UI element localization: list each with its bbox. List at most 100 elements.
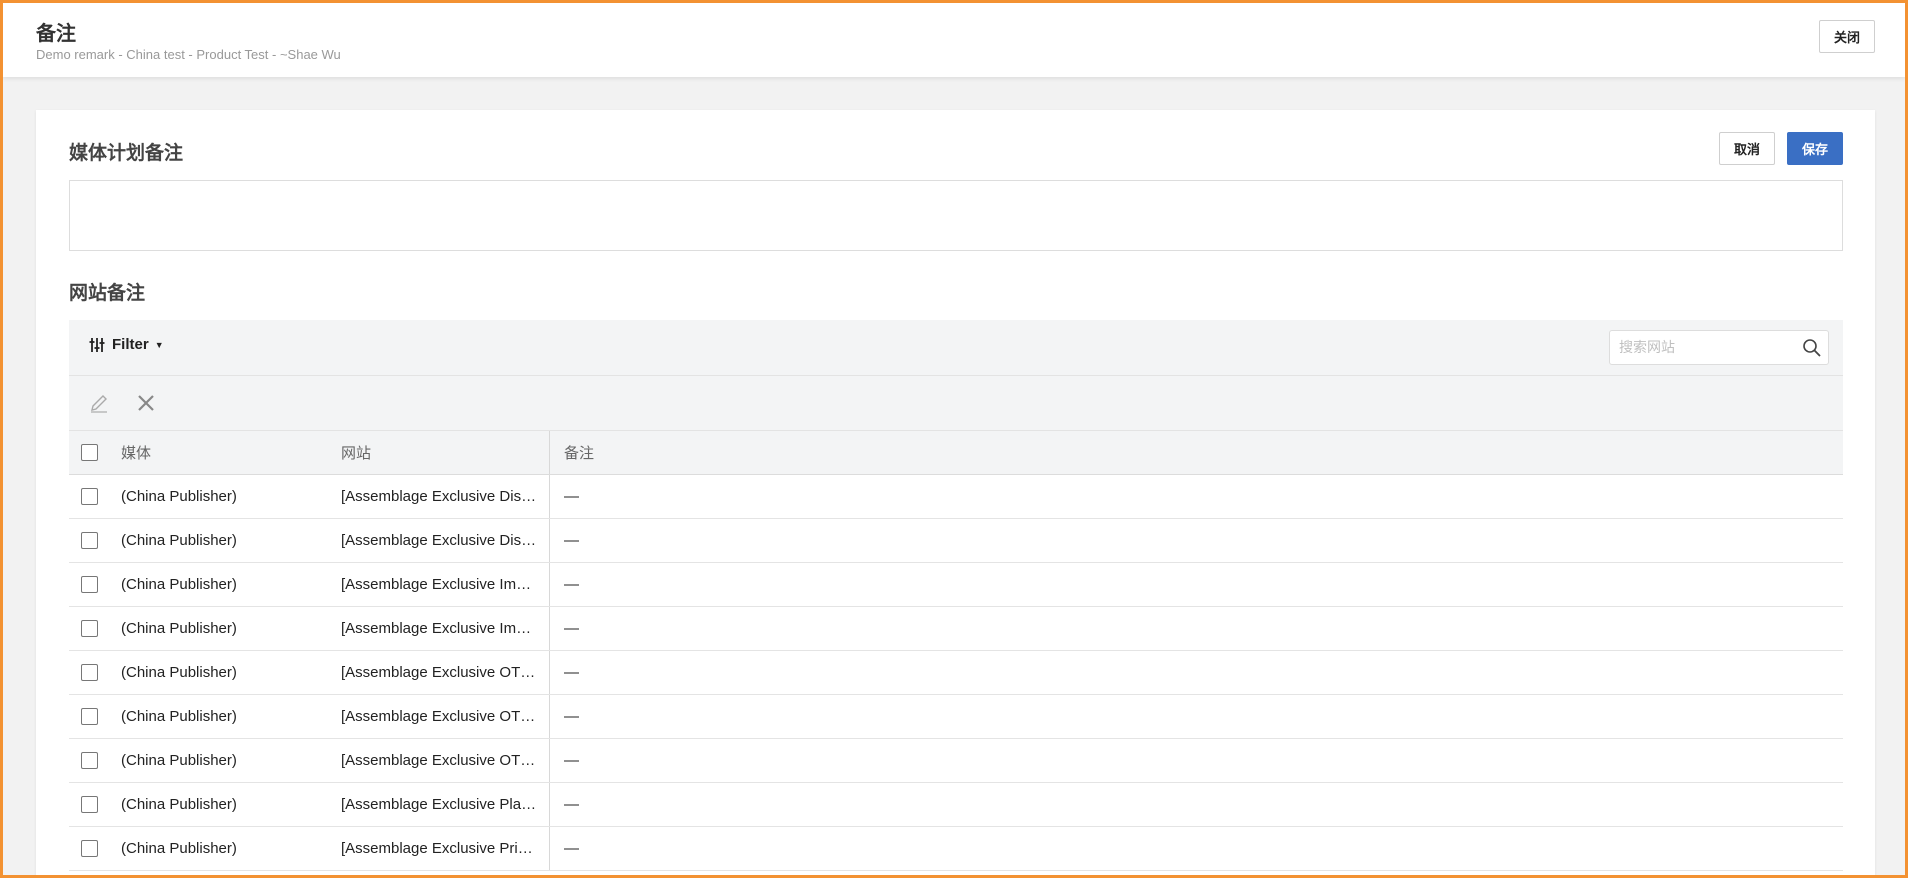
table-row[interactable]: (China Publisher) [Assemblage Exclusive … bbox=[69, 651, 1843, 695]
plan-notes-title: 媒体计划备注 bbox=[69, 142, 184, 164]
note-cell[interactable]: — bbox=[564, 475, 1824, 518]
column-divider bbox=[549, 607, 550, 650]
table-row[interactable]: (China Publisher) [Assemblage Exclusive … bbox=[69, 783, 1843, 827]
search-input[interactable] bbox=[1610, 331, 1800, 364]
site-cell: [Assemblage Exclusive Im… bbox=[341, 563, 537, 606]
row-checkbox[interactable] bbox=[81, 620, 98, 637]
site-cell-text: [Assemblage Exclusive OT… bbox=[341, 708, 536, 725]
sliders-icon bbox=[89, 337, 105, 352]
column-header-site[interactable]: 网站 bbox=[341, 431, 537, 474]
filter-button[interactable]: Filter ▼ bbox=[89, 336, 164, 353]
caret-down-icon: ▼ bbox=[154, 339, 164, 350]
row-check-cell bbox=[81, 739, 99, 782]
column-divider bbox=[549, 827, 550, 870]
column-header-note[interactable]: 备注 bbox=[564, 431, 1824, 474]
column-divider bbox=[549, 783, 550, 826]
plan-notes-textarea[interactable] bbox=[69, 180, 1843, 251]
site-cell-text: [Assemblage Exclusive Im… bbox=[341, 576, 532, 593]
close-button[interactable]: 关闭 bbox=[1819, 20, 1875, 53]
column-header-media[interactable]: 媒体 bbox=[121, 431, 331, 474]
row-checkbox[interactable] bbox=[81, 840, 98, 857]
row-check-cell bbox=[81, 651, 99, 694]
media-cell: (China Publisher) bbox=[121, 752, 237, 769]
site-cell-text: [Assemblage Exclusive OT… bbox=[341, 664, 536, 681]
note-cell[interactable]: — bbox=[564, 563, 1824, 606]
site-cell: [Assemblage Exclusive Dis… bbox=[341, 475, 537, 518]
media-cell: (China Publisher) bbox=[121, 840, 237, 857]
note-cell[interactable]: — bbox=[564, 827, 1824, 870]
page-header: 备注 Demo remark - China test - Product Te… bbox=[3, 3, 1905, 77]
select-all-cell bbox=[81, 431, 99, 474]
cancel-button[interactable]: 取消 bbox=[1719, 132, 1775, 165]
row-check-cell bbox=[81, 475, 99, 518]
row-check-cell bbox=[81, 519, 99, 562]
table-row[interactable]: (China Publisher) [Assemblage Exclusive … bbox=[69, 607, 1843, 651]
site-cell: [Assemblage Exclusive OT… bbox=[341, 695, 537, 738]
column-divider bbox=[549, 475, 550, 518]
column-divider bbox=[549, 563, 550, 606]
row-check-cell bbox=[81, 563, 99, 606]
site-cell-text: [Assemblage Exclusive Pla… bbox=[341, 796, 537, 813]
table-row[interactable]: (China Publisher) [Assemblage Exclusive … bbox=[69, 827, 1843, 871]
note-cell[interactable]: — bbox=[564, 651, 1824, 694]
table-row[interactable]: (China Publisher) [Assemblage Exclusive … bbox=[69, 739, 1843, 783]
search-box bbox=[1609, 330, 1829, 365]
media-cell: (China Publisher) bbox=[121, 664, 237, 681]
site-cell: [Assemblage Exclusive OT… bbox=[341, 739, 537, 782]
site-cell-text: [Assemblage Exclusive OT… bbox=[341, 752, 536, 769]
close-icon[interactable] bbox=[135, 392, 157, 414]
row-check-cell bbox=[81, 783, 99, 826]
filter-label: Filter bbox=[112, 336, 149, 353]
site-cell: [Assemblage Exclusive Im… bbox=[341, 607, 537, 650]
site-cell: [Assemblage Exclusive Pla… bbox=[341, 783, 537, 826]
media-cell: (China Publisher) bbox=[121, 488, 237, 505]
select-all-checkbox[interactable] bbox=[81, 444, 98, 461]
table-row[interactable]: (China Publisher) [Assemblage Exclusive … bbox=[69, 519, 1843, 563]
row-check-cell bbox=[81, 827, 99, 870]
site-cell-text: [Assemblage Exclusive Dis… bbox=[341, 532, 537, 549]
note-cell[interactable]: — bbox=[564, 607, 1824, 650]
row-checkbox[interactable] bbox=[81, 532, 98, 549]
save-button[interactable]: 保存 bbox=[1787, 132, 1843, 165]
row-checkbox[interactable] bbox=[81, 708, 98, 725]
row-checkbox[interactable] bbox=[81, 488, 98, 505]
site-cell: [Assemblage Exclusive OT… bbox=[341, 651, 537, 694]
notes-card: 媒体计划备注 取消 保存 网站备注 Filter ▼ 搜索网站 媒体 网站 备注… bbox=[36, 110, 1875, 878]
column-divider[interactable] bbox=[549, 431, 550, 474]
row-check-cell bbox=[81, 695, 99, 738]
table-row[interactable]: (China Publisher) [Assemblage Exclusive … bbox=[69, 475, 1843, 519]
column-divider bbox=[549, 695, 550, 738]
site-cell: [Assemblage Exclusive Dis… bbox=[341, 519, 537, 562]
row-checkbox[interactable] bbox=[81, 796, 98, 813]
row-checkbox[interactable] bbox=[81, 664, 98, 681]
media-cell: (China Publisher) bbox=[121, 532, 237, 549]
media-cell: (China Publisher) bbox=[121, 620, 237, 637]
row-check-cell bbox=[81, 607, 99, 650]
site-notes-title: 网站备注 bbox=[69, 282, 146, 304]
search-icon[interactable] bbox=[1802, 338, 1822, 358]
site-notes-table: 媒体 网站 备注 (China Publisher) [Assemblage E… bbox=[69, 431, 1843, 871]
site-cell-text: [Assemblage Exclusive Pri… bbox=[341, 840, 533, 857]
table-header-row: 媒体 网站 备注 bbox=[69, 431, 1843, 475]
pencil-icon[interactable] bbox=[88, 392, 110, 414]
row-checkbox[interactable] bbox=[81, 752, 98, 769]
note-cell[interactable]: — bbox=[564, 783, 1824, 826]
column-divider bbox=[549, 651, 550, 694]
table-row[interactable]: (China Publisher) [Assemblage Exclusive … bbox=[69, 695, 1843, 739]
table-row[interactable]: (China Publisher) [Assemblage Exclusive … bbox=[69, 563, 1843, 607]
site-cell-text: [Assemblage Exclusive Dis… bbox=[341, 488, 537, 505]
table-toolbar: Filter ▼ bbox=[69, 320, 1843, 376]
column-divider bbox=[549, 739, 550, 782]
column-divider bbox=[549, 519, 550, 562]
media-cell: (China Publisher) bbox=[121, 796, 237, 813]
note-cell[interactable]: — bbox=[564, 695, 1824, 738]
site-cell: [Assemblage Exclusive Pri… bbox=[341, 827, 537, 870]
page-subtitle: Demo remark - China test - Product Test … bbox=[36, 47, 341, 62]
media-cell: (China Publisher) bbox=[121, 576, 237, 593]
site-cell-text: [Assemblage Exclusive Im… bbox=[341, 620, 532, 637]
note-cell[interactable]: — bbox=[564, 739, 1824, 782]
row-checkbox[interactable] bbox=[81, 576, 98, 593]
note-cell[interactable]: — bbox=[564, 519, 1824, 562]
page-title: 备注 bbox=[36, 21, 76, 45]
media-cell: (China Publisher) bbox=[121, 708, 237, 725]
